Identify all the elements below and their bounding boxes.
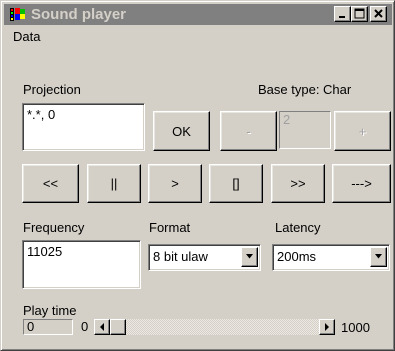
fast-forward-button[interactable]: >>	[271, 164, 325, 203]
menu-bar: Data	[4, 26, 392, 48]
rewind-button[interactable]: <<	[22, 164, 79, 203]
arrow-right-icon	[325, 323, 329, 331]
title-bar[interactable]: Sound player	[4, 4, 392, 25]
latency-select[interactable]: 200ms	[272, 244, 390, 271]
play-time-value-field: 0	[23, 319, 73, 335]
scroll-left-button[interactable]	[94, 319, 110, 335]
format-dropdown-button[interactable]	[241, 247, 258, 267]
increment-label: +	[358, 123, 367, 139]
minimize-icon	[339, 16, 345, 18]
close-button[interactable]	[370, 6, 387, 22]
windows-flag-icon	[9, 7, 26, 22]
stop-button[interactable]: []	[209, 164, 263, 203]
frequency-value: 11025	[27, 244, 63, 259]
play-time-current-value: 0	[27, 319, 35, 334]
play-label: >	[171, 176, 179, 191]
base-type-value: 2	[283, 112, 291, 127]
base-type-label: Base type: Char	[258, 82, 352, 97]
play-time-max-label: 1000	[341, 320, 370, 335]
next-label: --->	[351, 176, 372, 191]
minimize-button[interactable]	[334, 6, 351, 22]
ok-button-label: OK	[172, 123, 191, 139]
stop-label: []	[232, 176, 240, 191]
fast-forward-label: >>	[290, 176, 306, 191]
projection-label: Projection	[23, 82, 81, 97]
frequency-label: Frequency	[23, 220, 85, 235]
play-time-min-label: 0	[81, 319, 89, 334]
sound-player-window: Sound player Data Projection *.*, 0 OK B…	[0, 0, 395, 351]
menu-data[interactable]: Data	[13, 29, 40, 45]
projection-value: *.*, 0	[27, 107, 56, 122]
rewind-label: <<	[42, 176, 59, 191]
format-select[interactable]: 8 bit ulaw	[148, 244, 261, 271]
play-button[interactable]: >	[148, 164, 202, 203]
pause-label: ||	[110, 176, 118, 191]
scroll-right-button[interactable]	[319, 319, 335, 335]
window-title: Sound player	[31, 6, 127, 23]
play-time-label: Play time	[23, 303, 77, 318]
decrement-button[interactable]: -	[220, 111, 277, 151]
arrow-left-icon	[100, 323, 104, 331]
play-time-slider-track[interactable]	[110, 319, 319, 335]
ok-button[interactable]: OK	[153, 111, 210, 151]
close-icon	[374, 9, 383, 18]
chevron-down-icon	[246, 254, 253, 259]
play-time-slider-thumb[interactable]	[110, 319, 126, 335]
format-selected-value: 8 bit ulaw	[153, 249, 208, 264]
next-button[interactable]: --->	[332, 164, 391, 203]
projection-input[interactable]: *.*, 0	[22, 103, 145, 151]
increment-button[interactable]: +	[334, 111, 391, 151]
format-label: Format	[149, 220, 191, 235]
latency-dropdown-button[interactable]	[370, 247, 387, 267]
base-type-value-field: 2	[279, 111, 331, 149]
maximize-button[interactable]	[351, 6, 368, 22]
frequency-input[interactable]: 11025	[22, 240, 141, 289]
latency-selected-value: 200ms	[277, 249, 317, 264]
maximize-icon	[354, 8, 365, 19]
decrement-label: -	[246, 123, 251, 139]
chevron-down-icon	[375, 254, 382, 259]
latency-label: Latency	[275, 220, 321, 235]
pause-button[interactable]: ||	[87, 164, 141, 203]
